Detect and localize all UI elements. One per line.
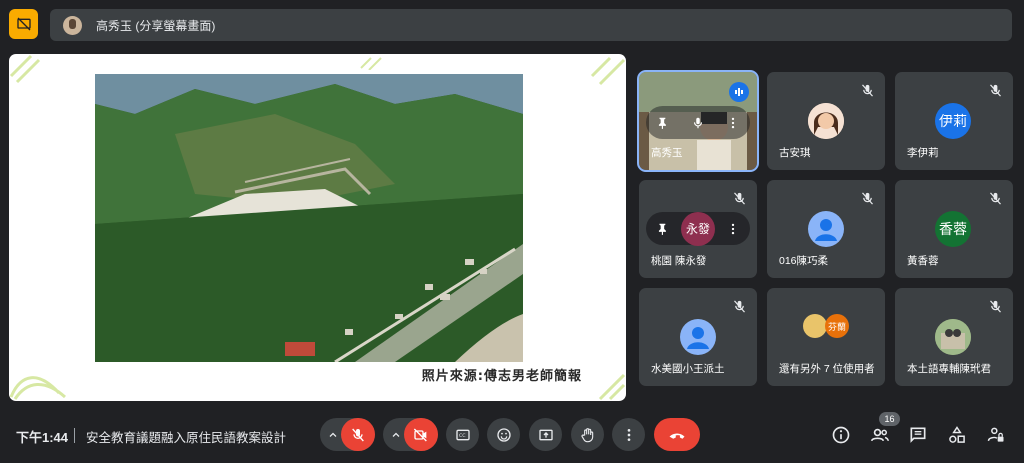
participant-tile-1[interactable]: 高秀玉 xyxy=(637,70,759,172)
mic-group xyxy=(320,418,375,451)
mic-toggle-button[interactable] xyxy=(341,418,375,451)
photo-caption: 照片來源:傅志男老師簡報 xyxy=(421,369,582,384)
pin-icon[interactable] xyxy=(656,222,670,236)
divider xyxy=(74,428,75,443)
participant-name: 古安琪 xyxy=(779,147,811,159)
reactions-button[interactable] xyxy=(487,418,520,451)
participant-tile-others[interactable]: 芬蘭 還有另外 7 位使用者 xyxy=(767,288,885,386)
participant-name: 本土語專輔陳玳君 xyxy=(907,363,991,375)
shared-screen: 照片來源:傅志男老師簡報 xyxy=(9,54,626,401)
leave-call-button[interactable] xyxy=(654,418,700,451)
shapes-icon xyxy=(949,426,965,443)
speaking-indicator-icon xyxy=(729,82,749,102)
host-controls-button[interactable] xyxy=(982,421,1010,449)
muted-mic-icon xyxy=(990,192,1001,205)
avatar xyxy=(935,319,971,355)
hand-icon xyxy=(580,427,593,442)
participant-name: 黃香蓉 xyxy=(907,255,939,267)
more-options-button[interactable] xyxy=(612,418,645,451)
avatar-initials: 芬蘭 xyxy=(825,314,849,338)
decoration-top-center xyxy=(360,57,382,70)
decoration-top-left xyxy=(9,54,41,84)
muted-mic-icon xyxy=(990,84,1001,97)
decoration-bottom-right xyxy=(598,373,626,401)
hang-up-icon xyxy=(669,433,685,439)
people-button[interactable] xyxy=(866,421,894,449)
tile-hover-controls: 永發 xyxy=(646,211,750,246)
participant-tile-7[interactable]: 水美國小王派土 xyxy=(639,288,757,386)
decoration-bottom-left xyxy=(9,376,67,400)
landscape-image xyxy=(95,74,523,362)
mic-icon[interactable] xyxy=(691,116,705,130)
participant-name: 還有另外 7 位使用者 xyxy=(779,363,875,375)
svg-text:CC: CC xyxy=(459,433,466,439)
emoji-icon xyxy=(496,427,511,442)
participant-tile-4[interactable]: 永發 桃園 陳永發 xyxy=(639,180,757,278)
raise-hand-button[interactable] xyxy=(571,418,604,451)
presentation-off-icon xyxy=(16,17,31,31)
camera-group xyxy=(383,418,438,451)
info-icon xyxy=(832,426,850,444)
presenter-label: 高秀玉 (分享螢幕畫面) xyxy=(96,18,216,33)
participant-name: 水美國小王派土 xyxy=(651,363,725,375)
participant-name: 桃園 陳永發 xyxy=(651,255,707,267)
avatar-initials: 永發 xyxy=(681,211,715,246)
avatar-initials: 香蓉 xyxy=(935,211,971,247)
participant-tile-9[interactable]: 本土語專輔陳玳君 xyxy=(895,288,1013,386)
more-options-icon[interactable] xyxy=(726,222,740,236)
presentation-indicator-button[interactable] xyxy=(9,9,38,39)
participant-tile-6[interactable]: 香蓉 黃香蓉 xyxy=(895,180,1013,278)
present-button[interactable] xyxy=(529,418,562,451)
meeting-details-button[interactable] xyxy=(827,421,855,449)
participant-tile-2[interactable]: 古安琪 xyxy=(767,72,885,170)
closed-captions-icon: CC xyxy=(455,429,470,440)
camera-toggle-button[interactable] xyxy=(404,418,438,451)
muted-mic-icon xyxy=(734,192,745,205)
default-avatar-icon xyxy=(808,211,844,247)
more-vert-icon xyxy=(627,428,630,441)
chevron-up-icon[interactable] xyxy=(390,429,402,441)
lock-person-icon xyxy=(987,427,1004,442)
muted-mic-icon xyxy=(862,192,873,205)
pin-icon[interactable] xyxy=(656,116,670,130)
present-screen-icon xyxy=(538,429,553,440)
avatar xyxy=(808,103,844,139)
avatar xyxy=(803,314,827,338)
participant-tile-5[interactable]: 016陳巧柔 xyxy=(767,180,885,278)
muted-mic-icon xyxy=(734,300,745,313)
participant-name: 高秀玉 xyxy=(651,147,683,159)
muted-mic-icon xyxy=(990,300,1001,313)
avatar-initials: 伊莉 xyxy=(935,103,971,139)
current-time: 下午1:44 xyxy=(16,430,69,445)
chat-button[interactable] xyxy=(904,421,932,449)
people-icon xyxy=(870,428,890,442)
presenter-avatar xyxy=(63,15,82,35)
participant-name: 李伊莉 xyxy=(907,147,939,159)
chat-icon xyxy=(910,427,926,443)
default-avatar-icon xyxy=(680,319,716,355)
meeting-title: 安全教育議題融入原住民語教案設計 xyxy=(86,431,287,445)
decoration-top-right xyxy=(590,56,626,86)
captions-button[interactable]: CC xyxy=(446,418,479,451)
more-options-icon[interactable] xyxy=(726,116,740,130)
chevron-up-icon[interactable] xyxy=(327,429,339,441)
muted-mic-icon xyxy=(862,84,873,97)
participant-tile-3[interactable]: 伊莉 李伊莉 xyxy=(895,72,1013,170)
activities-button[interactable] xyxy=(943,421,971,449)
camera-off-icon xyxy=(413,428,427,441)
participant-name: 016陳巧柔 xyxy=(779,255,829,267)
presenter-bar: 高秀玉 (分享螢幕畫面) xyxy=(50,9,1012,41)
tile-hover-controls xyxy=(646,106,750,139)
bottom-toolbar: 下午1:44 安全教育議題融入原住民語教案設計 CC 16 xyxy=(0,412,1024,463)
landslide-aerial-photo xyxy=(95,74,523,362)
mic-off-icon xyxy=(352,428,364,441)
